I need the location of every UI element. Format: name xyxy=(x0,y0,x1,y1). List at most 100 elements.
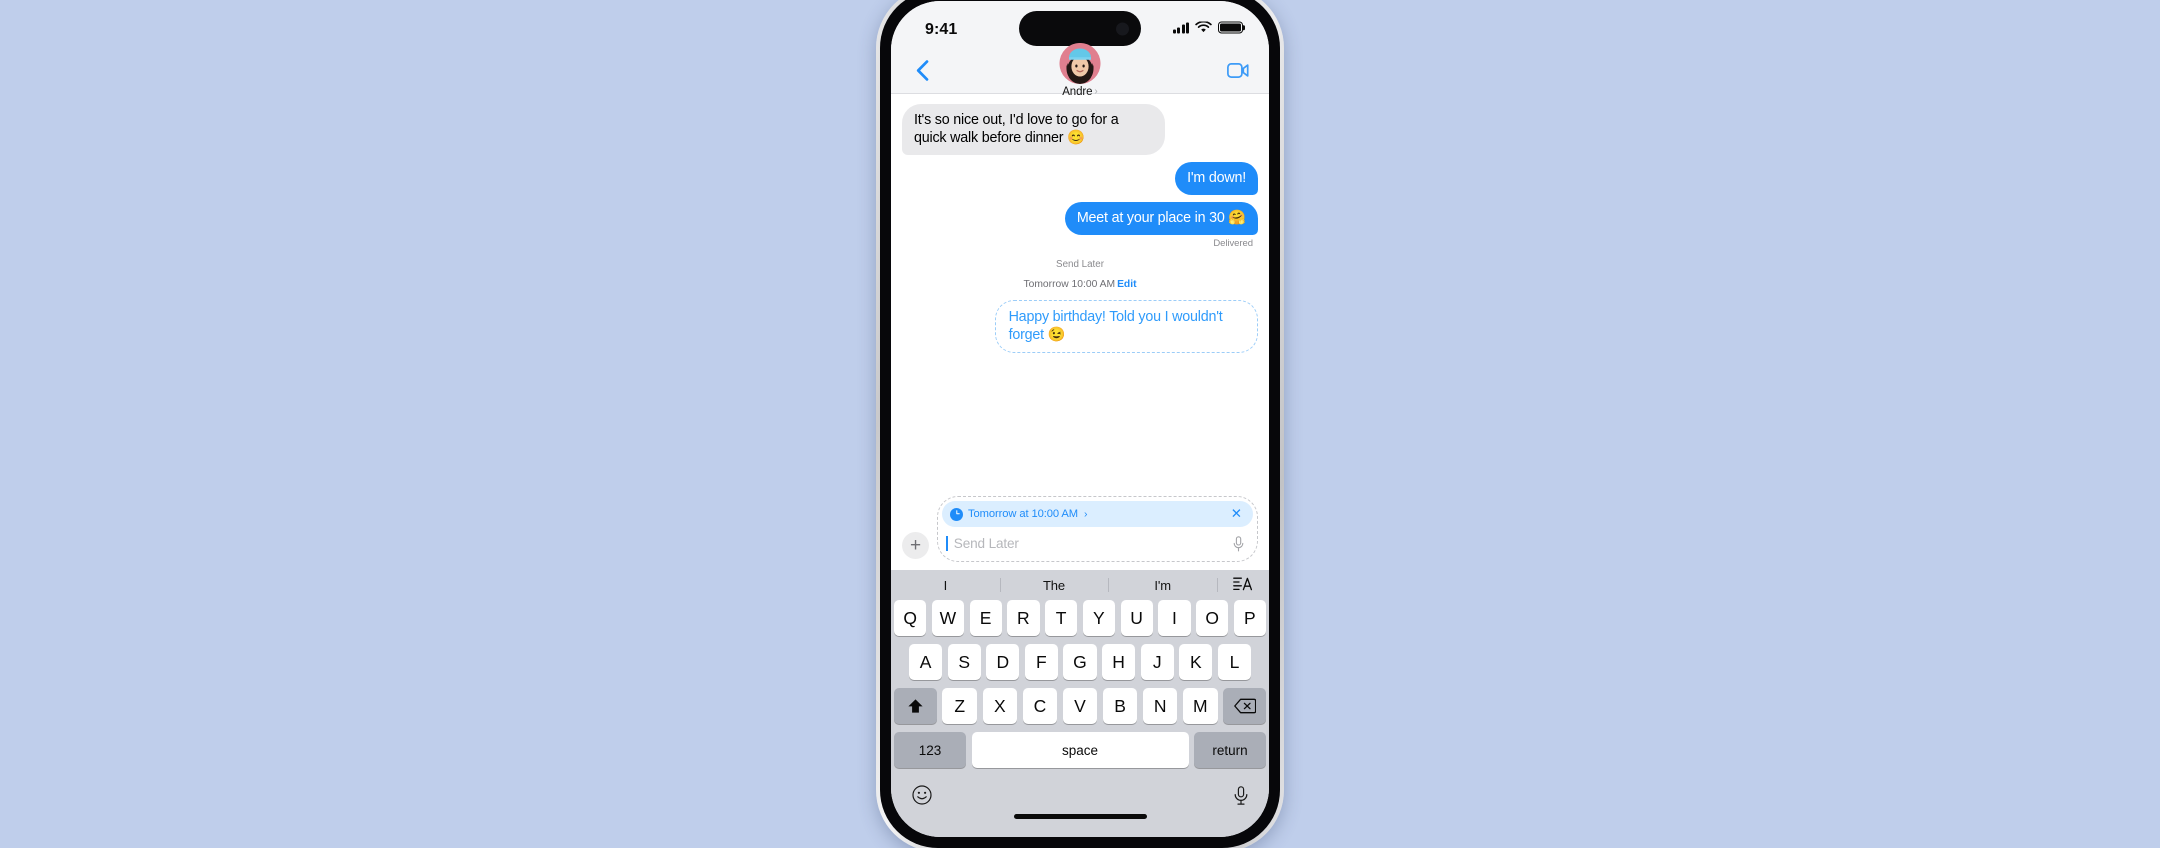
keyboard-row-1: Q W E R T Y U I O P xyxy=(891,600,1269,636)
key-a[interactable]: A xyxy=(909,644,943,680)
keyboard-row-4: 123 space return xyxy=(891,732,1269,768)
key-t[interactable]: T xyxy=(1045,600,1078,636)
contact-name: Andre xyxy=(1062,85,1093,98)
close-icon[interactable]: ✕ xyxy=(1231,507,1242,521)
key-v[interactable]: V xyxy=(1062,688,1098,724)
key-h[interactable]: H xyxy=(1102,644,1136,680)
key-c[interactable]: C xyxy=(1022,688,1058,724)
message-bubble-outgoing[interactable]: I'm down! xyxy=(1175,162,1263,195)
conversation-header: Andre › xyxy=(891,42,1269,98)
key-b[interactable]: B xyxy=(1102,688,1138,724)
emoji-keyboard-button[interactable] xyxy=(912,785,932,805)
clock-icon xyxy=(950,507,963,521)
key-y[interactable]: Y xyxy=(1082,600,1115,636)
text-cursor xyxy=(946,536,948,551)
virtual-keyboard: I The I'm Q W E R T Y U I O P A S D F G … xyxy=(891,570,1269,837)
contact-info-button[interactable]: Andre › xyxy=(1059,42,1101,98)
shift-key[interactable] xyxy=(893,688,937,724)
message-input-row[interactable]: Send Later xyxy=(942,530,1253,557)
text-format-button[interactable] xyxy=(1217,576,1269,594)
numbers-key[interactable]: 123 xyxy=(894,732,966,768)
dictation-button[interactable] xyxy=(1234,785,1248,805)
scheduled-message-bubble[interactable]: Happy birthday! Told you I wouldn't forg… xyxy=(994,300,1258,354)
key-q[interactable]: Q xyxy=(894,600,927,636)
front-camera-icon xyxy=(1116,22,1129,35)
backspace-key[interactable] xyxy=(1223,688,1267,724)
schedule-chip-left: Tomorrow at 10:00 AM › xyxy=(950,507,1088,521)
key-f[interactable]: F xyxy=(1024,644,1058,680)
phone-screen: 9:41 Andre › It's so nice out, I'd love … xyxy=(891,1,1269,837)
home-indicator[interactable] xyxy=(1013,814,1147,819)
key-j[interactable]: J xyxy=(1140,644,1174,680)
prediction-item[interactable]: The xyxy=(1000,578,1109,593)
dynamic-island xyxy=(1019,11,1141,46)
composer-wrap: + Tomorrow at 10:00 AM › ✕ Send Later xyxy=(902,496,1258,562)
message-row-outgoing: I'm down! xyxy=(902,162,1263,195)
key-p[interactable]: P xyxy=(1233,600,1266,636)
schedule-chip-text: Tomorrow at 10:00 AM xyxy=(968,508,1078,520)
key-o[interactable]: O xyxy=(1196,600,1229,636)
key-x[interactable]: X xyxy=(982,688,1018,724)
delivery-status: Delivered xyxy=(1213,238,1253,249)
key-n[interactable]: N xyxy=(1142,688,1178,724)
cellular-signal-icon xyxy=(1172,21,1189,33)
facetime-button[interactable] xyxy=(1223,55,1253,85)
contact-avatar xyxy=(1059,42,1101,84)
keyboard-bottom-bar xyxy=(891,776,1269,814)
prediction-item[interactable]: I xyxy=(891,578,1000,593)
send-later-title: Send Later xyxy=(1056,259,1104,270)
prediction-bar: I The I'm xyxy=(891,570,1269,600)
prediction-item[interactable]: I'm xyxy=(1108,578,1217,593)
battery-icon xyxy=(1218,21,1243,34)
chevron-right-icon: › xyxy=(1083,508,1088,520)
composer: + Tomorrow at 10:00 AM › ✕ Send Later xyxy=(891,490,1269,570)
contact-name-row: Andre › xyxy=(1062,86,1098,98)
shift-icon xyxy=(908,698,923,713)
key-m[interactable]: M xyxy=(1182,688,1218,724)
back-button[interactable] xyxy=(907,55,937,85)
avatar-memoji-icon xyxy=(1059,42,1101,84)
send-later-time: Tomorrow 10:00 AM xyxy=(1023,278,1116,290)
key-d[interactable]: D xyxy=(986,644,1020,680)
chevron-left-icon xyxy=(916,59,928,81)
video-camera-icon xyxy=(1227,62,1249,78)
chevron-right-icon: › xyxy=(1094,85,1098,97)
message-row-outgoing: Meet at your place in 30 🤗 xyxy=(902,202,1264,235)
key-g[interactable]: G xyxy=(1063,644,1097,680)
message-row-scheduled: Happy birthday! Told you I wouldn't forg… xyxy=(902,300,1258,354)
keyboard-row-3: Z X C V B N M xyxy=(891,688,1269,724)
send-later-divider: Send Later Tomorrow 10:00 AM Edit xyxy=(902,259,1258,293)
key-l[interactable]: L xyxy=(1217,644,1251,680)
message-row-incoming: It's so nice out, I'd love to go for a q… xyxy=(896,104,1258,155)
schedule-chip[interactable]: Tomorrow at 10:00 AM › ✕ xyxy=(942,501,1253,527)
status-time: 9:41 xyxy=(925,21,958,38)
text-format-icon xyxy=(1233,577,1253,591)
key-s[interactable]: S xyxy=(947,644,981,680)
home-indicator-area xyxy=(891,814,1269,834)
add-attachment-button[interactable]: + xyxy=(902,532,929,559)
phone-bezel: 9:41 Andre › It's so nice out, I'd love … xyxy=(880,0,1280,848)
key-r[interactable]: R xyxy=(1007,600,1040,636)
message-bubble-outgoing[interactable]: Meet at your place in 30 🤗 xyxy=(1064,202,1264,235)
composer-field-group: Tomorrow at 10:00 AM › ✕ Send Later xyxy=(937,496,1258,562)
backspace-icon xyxy=(1233,698,1256,714)
emoji-icon xyxy=(912,785,932,805)
key-i[interactable]: I xyxy=(1158,600,1191,636)
return-key[interactable]: return xyxy=(1194,732,1266,768)
key-e[interactable]: E xyxy=(969,600,1002,636)
key-u[interactable]: U xyxy=(1120,600,1153,636)
wifi-icon xyxy=(1195,21,1212,33)
send-later-edit-button[interactable]: Edit xyxy=(1117,279,1136,290)
key-z[interactable]: Z xyxy=(942,688,978,724)
key-w[interactable]: W xyxy=(931,600,964,636)
plus-icon: + xyxy=(909,534,922,556)
message-list: It's so nice out, I'd love to go for a q… xyxy=(891,94,1269,490)
keyboard-row-2: A S D F G H J K L xyxy=(891,644,1269,680)
key-k[interactable]: K xyxy=(1179,644,1213,680)
message-bubble-incoming[interactable]: It's so nice out, I'd love to go for a q… xyxy=(896,104,1166,155)
microphone-icon xyxy=(1233,535,1244,551)
phone-outer-frame: 9:41 Andre › It's so nice out, I'd love … xyxy=(876,0,1284,848)
message-input-placeholder: Send Later xyxy=(953,536,1019,551)
space-key[interactable]: space xyxy=(971,732,1189,768)
audio-message-button[interactable] xyxy=(1233,535,1244,552)
